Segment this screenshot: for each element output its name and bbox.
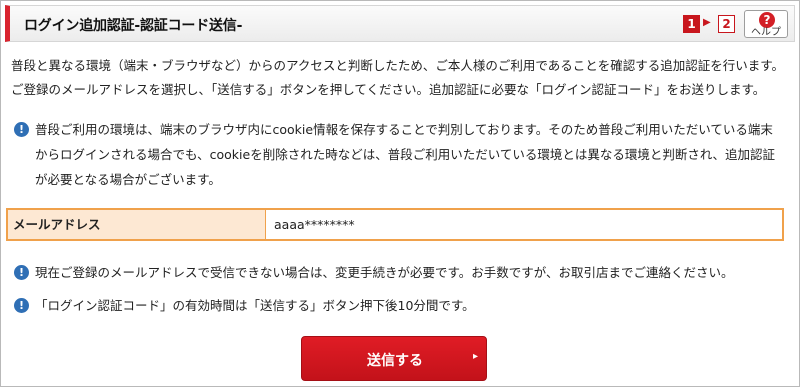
help-button[interactable]: ? ヘルプ [744,10,788,38]
email-row[interactable]: メールアドレス aaaa******** [6,208,784,241]
step-arrow-icon: ▶ [703,17,711,28]
send-button[interactable]: 送信する ▸ [301,336,487,381]
intro-line-1: 普段と異なる環境（端末・ブラウザなど）からのアクセスと判断したため、ご本人様のご… [11,58,785,73]
note-email-change: 現在ご登録のメールアドレスで受信できない場合は、変更手続きが必要です。お手数です… [35,265,734,280]
step-indicator-2: 2 [718,15,735,33]
intro-line-2: ご登録のメールアドレスを選択し、「送信する」ボタンを押してください。追加認証に必… [11,82,766,97]
info-icon: ! [14,122,29,137]
help-label: ヘルプ [751,27,781,38]
page-title: ログイン追加認証-認証コード送信- [24,18,243,34]
cookie-notice: 普段ご利用の環境は、端末のブラウザ内にcookie情報を保存することで判別してお… [35,122,775,187]
info-icon: ! [14,298,29,313]
send-button-label: 送信する [367,353,423,369]
email-value: aaaa******** [274,217,355,232]
note-code-validity: 「ログイン認証コード」の有効時間は「送信する」ボタン押下後10分間です。 [35,298,475,313]
step-indicator-1: 1 [683,15,700,33]
info-icon: ! [14,265,29,280]
question-icon: ? [759,12,775,28]
chevron-right-icon: ▸ [472,351,478,362]
email-label: メールアドレス [8,210,266,239]
page-frame: ログイン追加認証-認証コード送信- 1 ▶ 2 ? ヘルプ 普段と異なる環境（端… [0,0,800,387]
page-header: ログイン追加認証-認証コード送信- 1 ▶ 2 ? ヘルプ [5,5,795,42]
